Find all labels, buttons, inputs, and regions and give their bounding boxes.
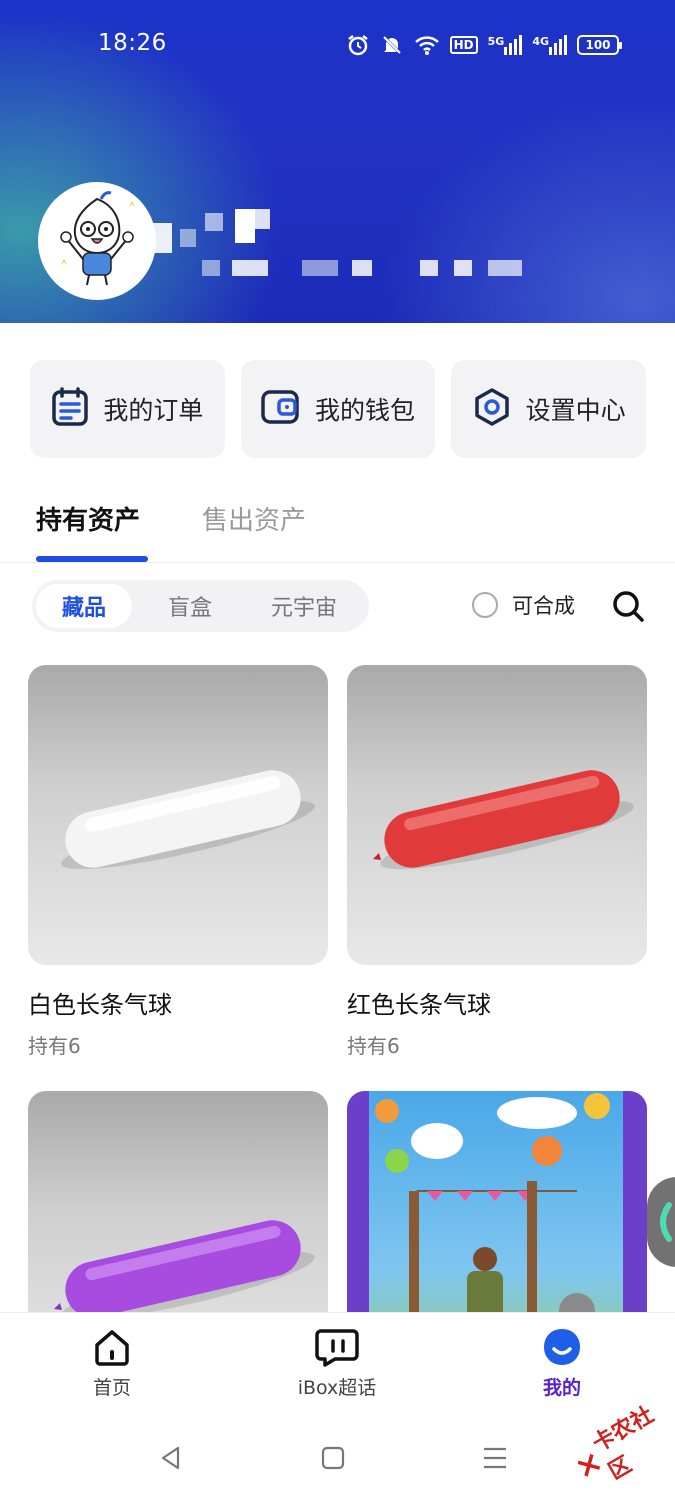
collectible-name: 白色长条气球: [28, 991, 172, 1019]
hd-label: HD: [453, 38, 474, 52]
my-wallet-label: 我的钱包: [315, 396, 416, 425]
synthesizable-label: 可合成: [512, 594, 575, 618]
category-segmented-control: 藏品 盲盒 元宇宙: [32, 580, 369, 632]
back-button[interactable]: [151, 1438, 191, 1478]
synthesizable-radio[interactable]: [472, 592, 498, 618]
my-orders-label: 我的订单: [103, 396, 204, 425]
nav-profile-label: 我的: [542, 1377, 581, 1399]
nav-ibox-topics[interactable]: iBox超话: [257, 1327, 417, 1400]
settings-icon: [472, 387, 512, 431]
nav-ibox-topics-label: iBox超话: [297, 1377, 377, 1399]
search-button[interactable]: [611, 589, 645, 623]
menu-icon: [484, 1447, 506, 1469]
signal-5g-label: 5G: [487, 35, 505, 48]
collectible-count: 持有6: [28, 1034, 81, 1058]
chat-icon: [315, 1329, 359, 1367]
wallet-icon: [261, 389, 301, 429]
hd-icon: HD: [449, 36, 478, 54]
avatar-illustration: [41, 185, 153, 297]
avatar[interactable]: [38, 182, 156, 300]
asset-tabs: 持有资产 售出资产: [0, 490, 675, 563]
collectible-image: [28, 665, 328, 965]
collectible-name: 红色长条气球: [347, 991, 491, 1019]
signal-5g-icon: 5G: [488, 35, 523, 55]
settings-center-button[interactable]: 设置中心: [451, 360, 647, 458]
username-redacted: [150, 205, 280, 253]
bottom-navigation: 首页 iBox超话 我的: [0, 1312, 675, 1412]
tab-sold-assets[interactable]: 售出资产: [202, 500, 306, 537]
back-icon: [161, 1446, 180, 1470]
segment-blind-box[interactable]: 盲盒: [142, 584, 238, 628]
collectible-card[interactable]: 红色长条气球 持有6: [347, 665, 647, 1059]
floating-tab-icon: [660, 1202, 672, 1242]
synthesizable-filter[interactable]: 可合成: [472, 590, 575, 620]
segment-collectibles[interactable]: 藏品: [36, 584, 132, 628]
status-icons: HD 5G 4G 100: [346, 30, 622, 60]
tab-held-assets[interactable]: 持有资产: [36, 500, 140, 537]
battery-icon: 100: [577, 35, 622, 55]
tab-indicator: [36, 556, 148, 562]
nav-home[interactable]: 首页: [32, 1327, 192, 1400]
order-icon: [51, 387, 89, 431]
home-button[interactable]: [313, 1438, 353, 1478]
signal-4g-label: 4G: [532, 35, 549, 48]
settings-center-label: 设置中心: [525, 396, 626, 425]
segment-metaverse[interactable]: 元宇宙: [248, 584, 360, 628]
alarm-icon: [346, 33, 370, 57]
home-icon: [95, 1330, 129, 1366]
collectible-card[interactable]: 白色长条气球 持有6: [28, 665, 328, 1059]
profile-icon: [544, 1329, 580, 1365]
status-bar: 18:26 HD 5G 4G 100: [0, 0, 675, 90]
wifi-icon: [414, 34, 440, 56]
floating-action-button[interactable]: [647, 1177, 675, 1267]
user-id-redacted: [182, 258, 527, 278]
mute-icon: [380, 33, 404, 57]
my-wallet-button[interactable]: 我的钱包: [240, 360, 436, 458]
status-time: 18:26: [98, 30, 167, 56]
search-icon: [613, 591, 644, 622]
shortcut-row: 我的订单 我的钱包 设置中心: [30, 360, 647, 458]
profile-header: 18:26 HD 5G 4G 100: [0, 0, 675, 323]
recents-button[interactable]: [475, 1438, 515, 1478]
my-orders-button[interactable]: 我的订单: [30, 360, 225, 458]
nav-home-label: 首页: [92, 1377, 131, 1399]
collectible-count: 持有6: [347, 1034, 400, 1058]
signal-4g-icon: 4G: [532, 35, 567, 55]
square-icon: [321, 1446, 345, 1470]
battery-level: 100: [585, 38, 611, 52]
nav-profile[interactable]: 我的: [482, 1327, 642, 1400]
collectible-image: [347, 665, 647, 965]
